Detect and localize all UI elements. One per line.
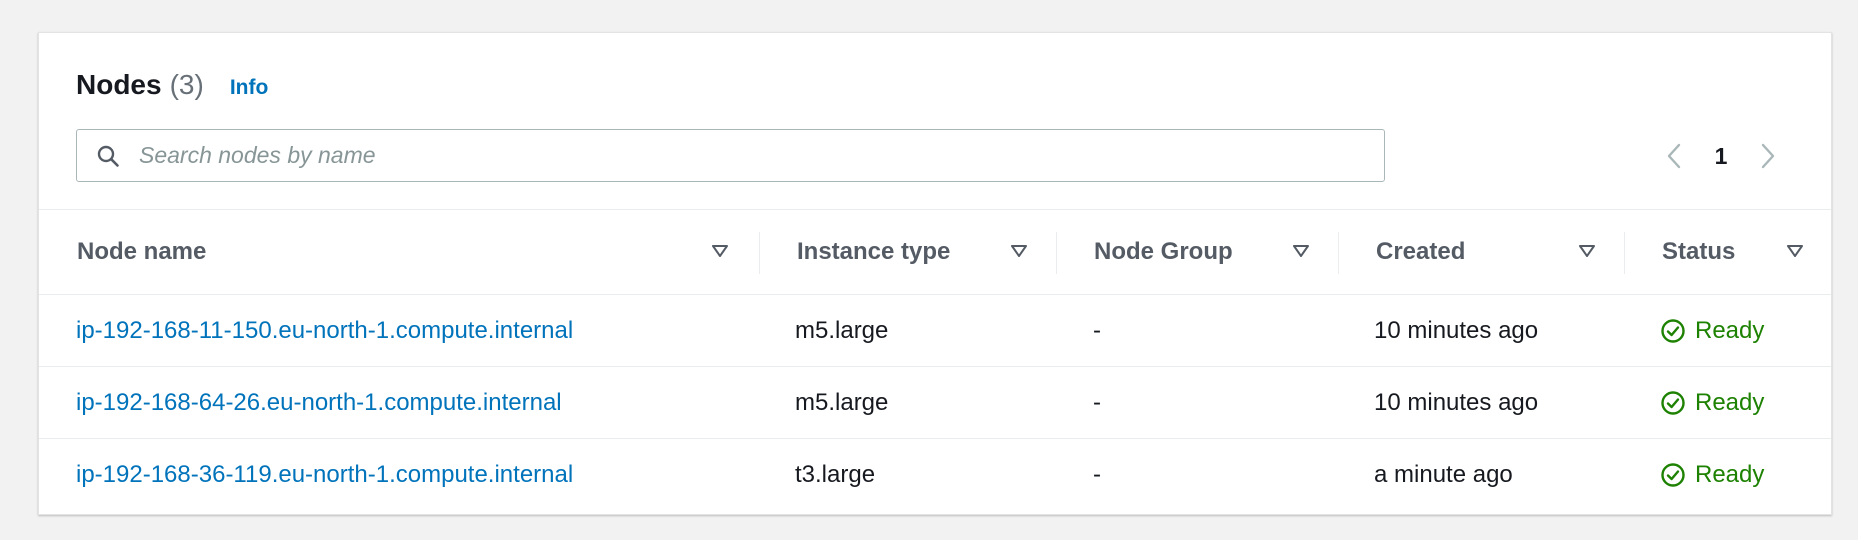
sort-caret-icon[interactable] <box>709 240 731 262</box>
column-header-created[interactable]: Created <box>1376 210 1465 294</box>
column-header-node-name[interactable]: Node name <box>77 210 206 294</box>
sort-caret-icon[interactable] <box>1008 240 1030 262</box>
column-divider <box>1338 232 1339 274</box>
created-cell: 10 minutes ago <box>1374 389 1539 416</box>
node-group-cell: - <box>1093 317 1101 344</box>
created-cell: a minute ago <box>1374 461 1513 488</box>
column-divider <box>1624 232 1625 274</box>
chevron-left-icon <box>1667 143 1681 169</box>
table-row: ip-192-168-11-150.eu-north-1.compute.int… <box>39 295 1831 367</box>
check-circle-icon <box>1661 463 1685 487</box>
column-divider <box>759 232 760 274</box>
column-label: Node name <box>77 238 207 265</box>
next-page-button[interactable] <box>1753 138 1783 174</box>
info-link[interactable]: Info <box>230 76 268 100</box>
chevron-right-icon <box>1761 143 1775 169</box>
sort-caret-icon[interactable] <box>1576 240 1598 262</box>
node-group-cell: - <box>1093 389 1101 416</box>
instance-type-cell: m5.large <box>795 317 889 344</box>
instance-type-cell: t3.large <box>795 461 876 488</box>
column-label: Status <box>1662 238 1736 265</box>
created-cell: 10 minutes ago <box>1374 317 1539 344</box>
column-divider <box>1056 232 1057 274</box>
column-header-status[interactable]: Status <box>1662 210 1735 294</box>
status-text: Ready <box>1695 461 1765 488</box>
status-badge: Ready <box>1660 461 1764 489</box>
status-badge: Ready <box>1660 317 1764 345</box>
column-label: Created <box>1376 238 1466 265</box>
column-header-node-group[interactable]: Node Group <box>1094 210 1233 294</box>
instance-type-cell: m5.large <box>795 389 889 416</box>
status-text: Ready <box>1695 317 1765 344</box>
pagination: 1 <box>1659 135 1783 177</box>
table-row: ip-192-168-36-119.eu-north-1.compute.int… <box>39 439 1831 511</box>
nodes-panel: Nodes (3) Info 1 Node name <box>38 32 1832 515</box>
column-label: Instance type <box>797 238 951 265</box>
sort-caret-icon[interactable] <box>1784 240 1806 262</box>
node-count: (3) <box>169 69 204 100</box>
column-header-instance-type[interactable]: Instance type <box>797 210 950 294</box>
check-circle-icon <box>1661 319 1685 343</box>
status-text: Ready <box>1695 389 1765 416</box>
status-badge: Ready <box>1660 389 1764 417</box>
column-label: Node Group <box>1094 238 1233 265</box>
check-circle-icon <box>1661 391 1685 415</box>
search-icon <box>95 143 121 169</box>
search-input[interactable] <box>137 141 1341 170</box>
node-group-cell: - <box>1093 461 1101 488</box>
node-name-link[interactable]: ip-192-168-36-119.eu-north-1.compute.int… <box>76 461 573 489</box>
previous-page-button[interactable] <box>1659 138 1689 174</box>
sort-caret-icon[interactable] <box>1290 240 1312 262</box>
panel-title: Nodes <box>76 69 162 100</box>
node-name-link[interactable]: ip-192-168-11-150.eu-north-1.compute.int… <box>76 317 573 345</box>
table-row: ip-192-168-64-26.eu-north-1.compute.inte… <box>39 367 1831 439</box>
panel-header: Nodes (3) Info <box>76 69 268 113</box>
table-header: Node name Instance type Node Group Creat… <box>39 209 1831 295</box>
current-page-number[interactable]: 1 <box>1689 143 1753 170</box>
search-box[interactable] <box>76 129 1385 182</box>
node-name-link[interactable]: ip-192-168-64-26.eu-north-1.compute.inte… <box>76 389 562 417</box>
